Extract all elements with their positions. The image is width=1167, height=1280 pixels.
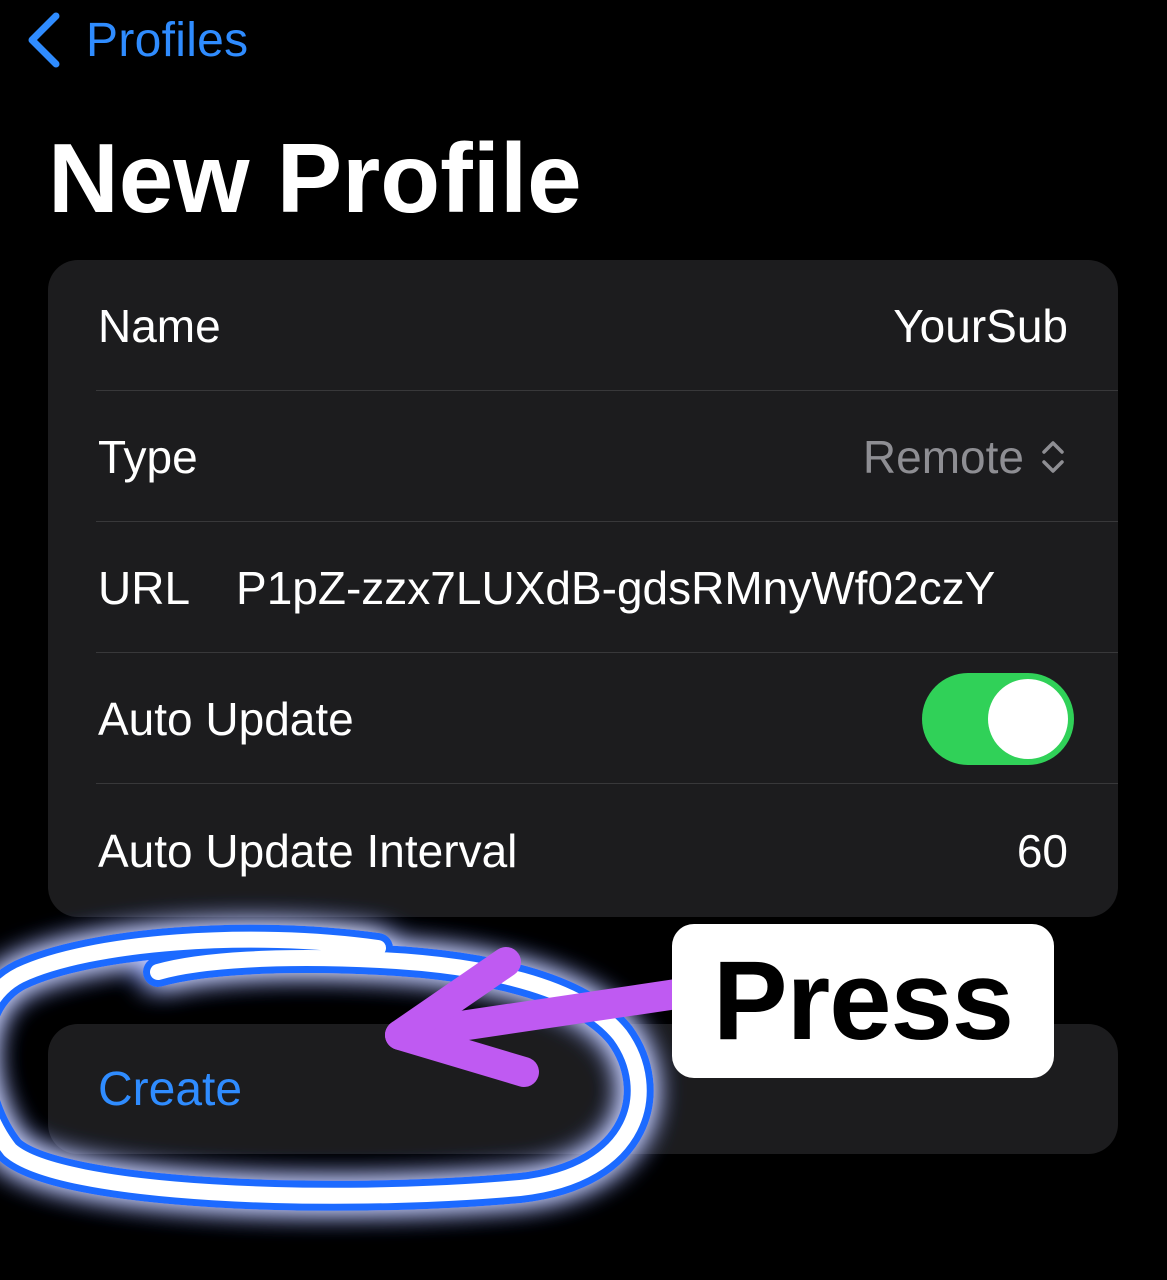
url-label: URL [98,561,191,614]
url-field[interactable]: P1pZ-zzx7LUXdB-gdsRMnyWf02czY [236,561,1068,615]
create-button-label: Create [98,1062,243,1116]
back-button-label: Profiles [86,13,249,67]
back-button[interactable]: Profiles [24,8,248,72]
page-title: New Profile [48,123,582,233]
auto-update-row: Auto Update [48,653,1118,784]
profile-form: Name YourSub Type Remote URL P1pZ-zzx7LU… [48,260,1118,917]
name-field[interactable]: YourSub [893,299,1068,353]
press-callout-text: Press [712,938,1014,1063]
up-down-chevron-icon [1042,440,1064,473]
url-row[interactable]: URL P1pZ-zzx7LUXdB-gdsRMnyWf02czY [48,522,1118,653]
toggle-knob [988,678,1068,759]
type-label: Type [98,430,198,483]
press-callout: Press [672,924,1054,1078]
name-label: Name [98,299,221,352]
chevron-left-icon [28,12,60,68]
type-picker[interactable]: Remote [863,430,1068,484]
url-field-value: P1pZ-zzx7LUXdB-gdsRMnyWf02czY [236,561,996,614]
auto-update-interval-field[interactable]: 60 [1017,824,1068,878]
name-row[interactable]: Name YourSub [48,260,1118,391]
auto-update-interval-row[interactable]: Auto Update Interval 60 [48,784,1118,917]
auto-update-toggle[interactable] [922,672,1074,765]
auto-update-label: Auto Update [98,692,354,745]
type-row[interactable]: Type Remote [48,391,1118,522]
auto-update-interval-label: Auto Update Interval [98,824,518,877]
type-value: Remote [862,430,1024,483]
